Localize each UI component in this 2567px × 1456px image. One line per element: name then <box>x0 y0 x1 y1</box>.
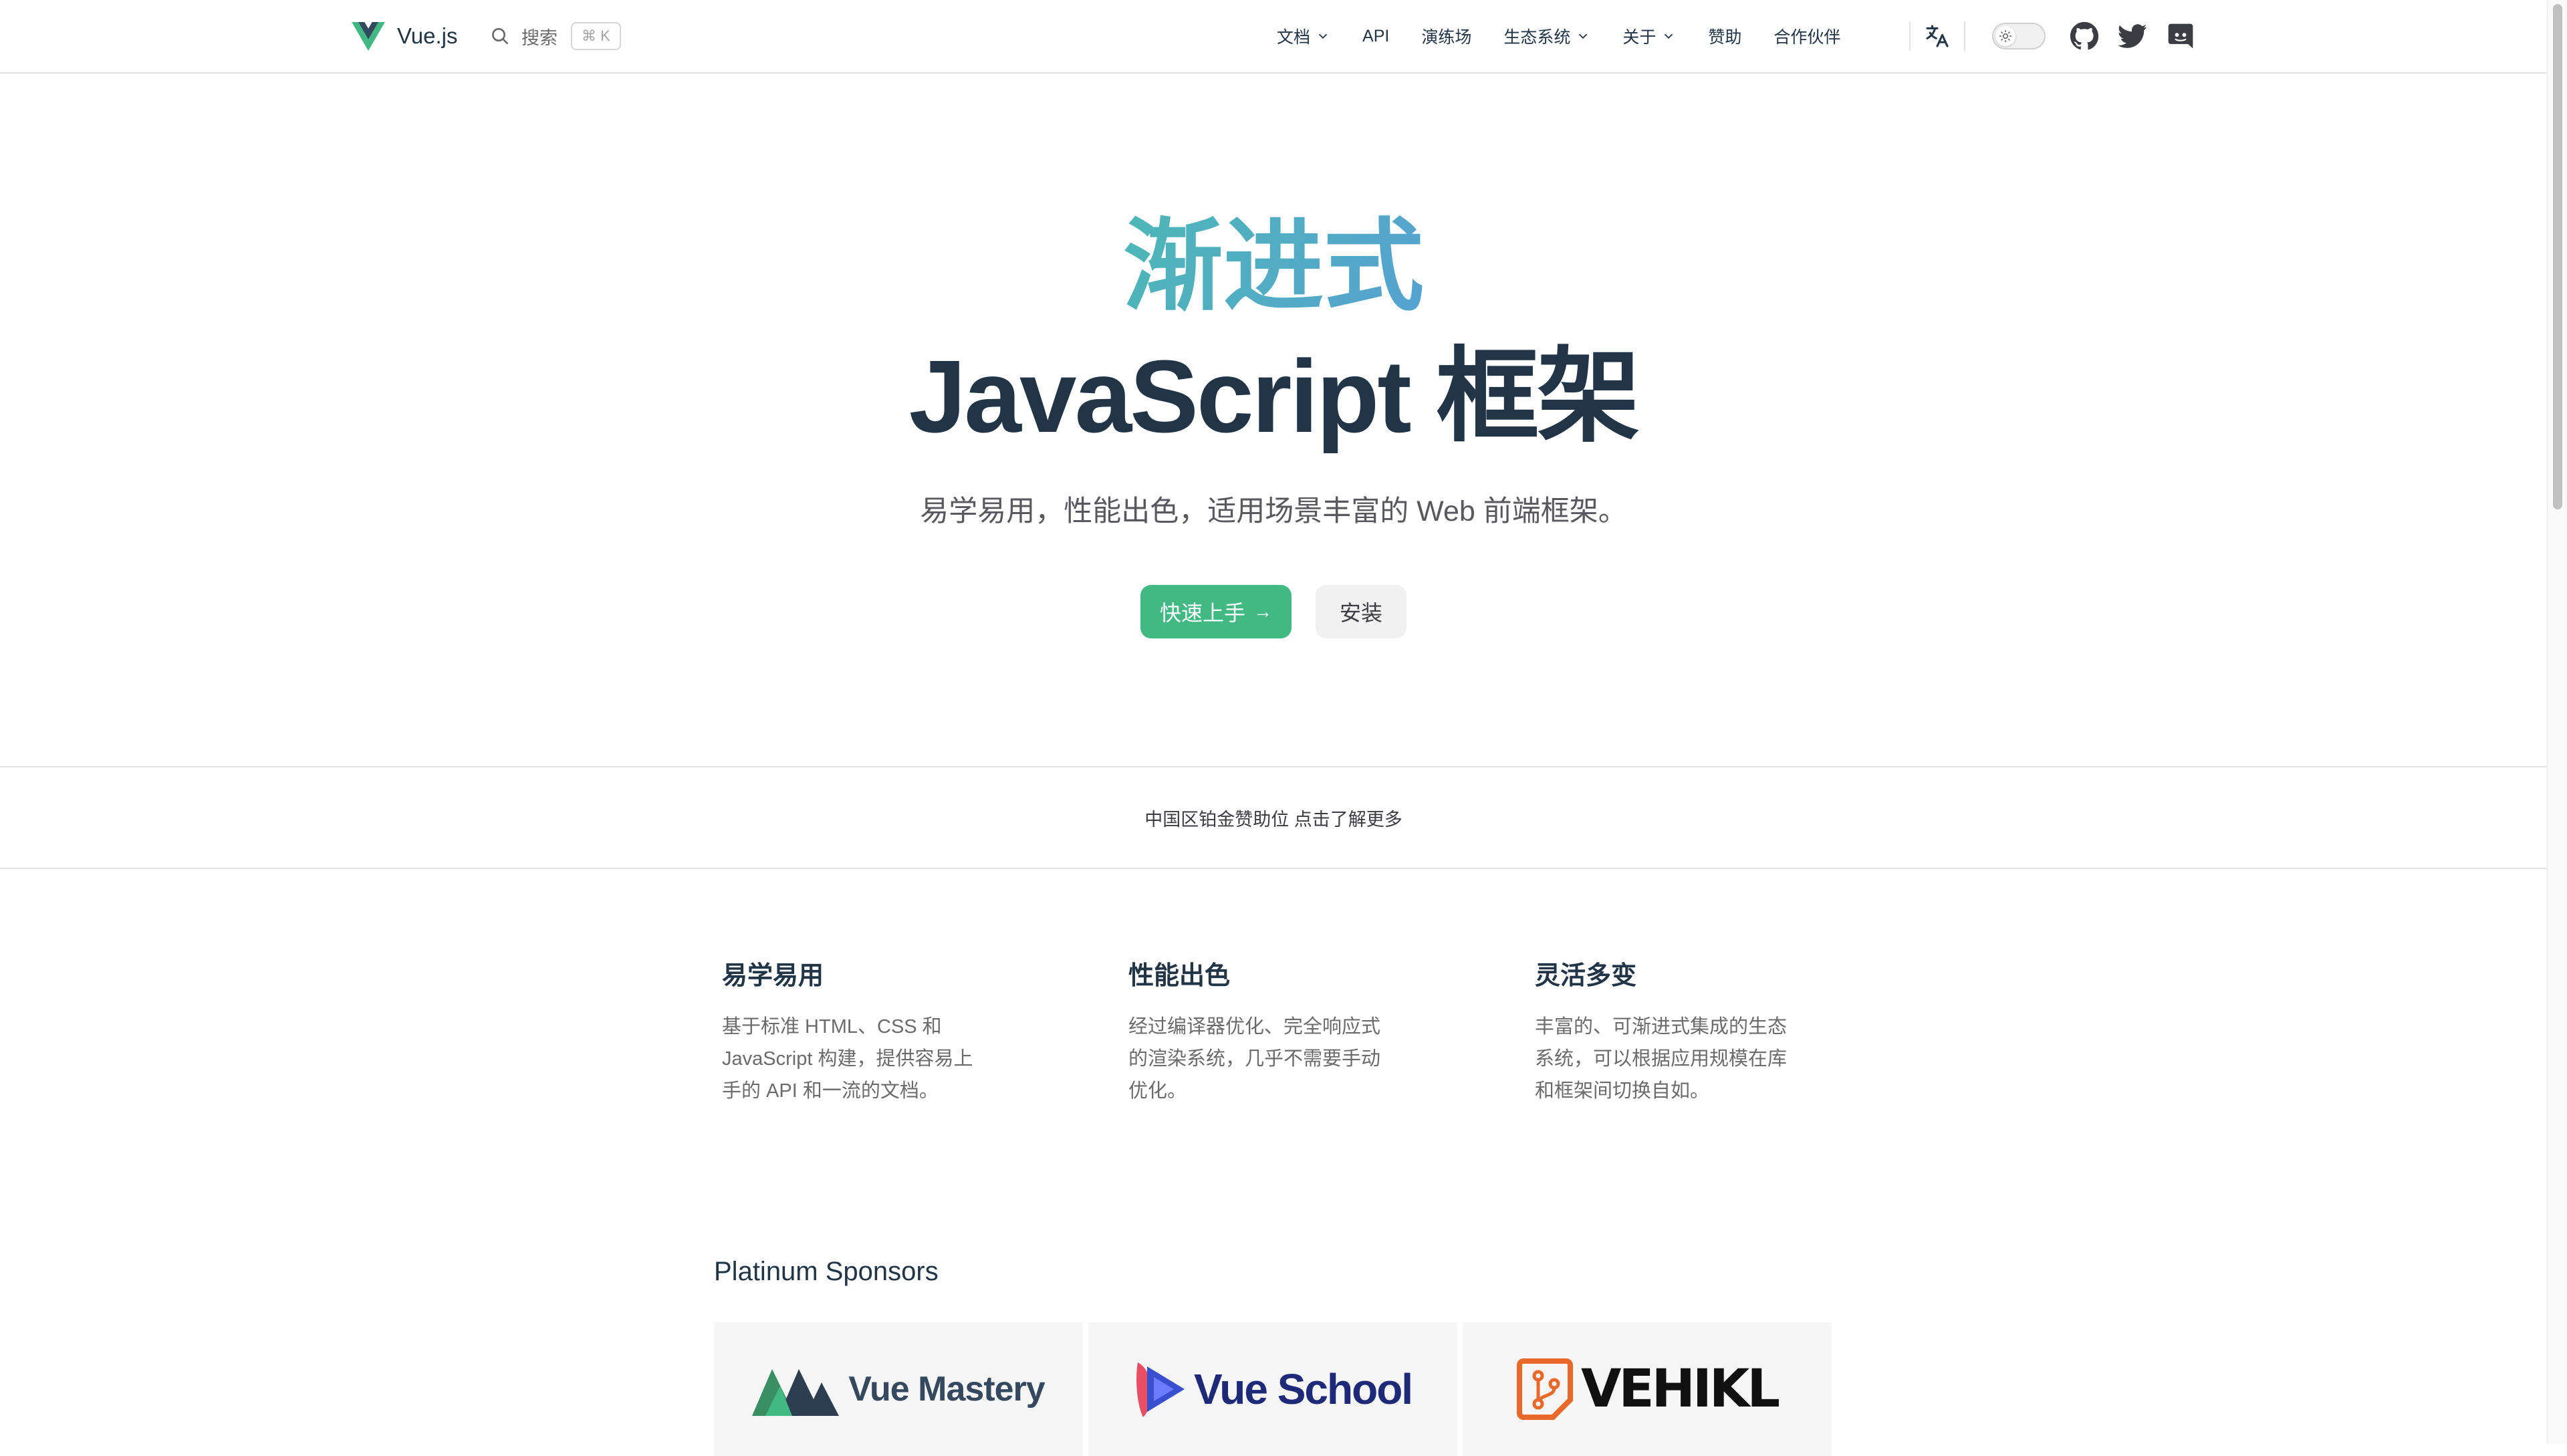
chevron-down-icon <box>1579 33 1588 39</box>
sponsor-card-vehikl[interactable]: VEHIKL <box>1463 1322 1832 1456</box>
china-sponsor-link[interactable]: 中国区铂金赞助位 点击了解更多 <box>1144 805 1402 831</box>
top-nav: Vue.js 搜索 ⌘ K 文档 API 演练场 生态系统 关于 赞助 合作伙伴 <box>0 0 2547 74</box>
china-sponsor-strip: 中国区铂金赞助位 点击了解更多 <box>0 766 2547 869</box>
brand-link[interactable]: Vue.js <box>352 20 458 52</box>
sponsor-name: Vue Mastery <box>848 1370 1045 1409</box>
menu-item-playground[interactable]: 演练场 <box>1421 24 1471 48</box>
discord-icon[interactable] <box>2166 21 2195 51</box>
platinum-sponsors-grid: Vue Mastery Vue School VEHIKL <box>714 1322 1832 1456</box>
menu-item-label: 文档 <box>1277 28 1311 47</box>
brand-name: Vue.js <box>397 23 458 48</box>
get-started-label: 快速上手 <box>1159 601 1245 625</box>
menu-item-partners[interactable]: 合作伙伴 <box>1774 24 1840 48</box>
feature-title: 性能出色 <box>1128 962 1231 990</box>
scrollbar-thumb[interactable] <box>2553 4 2562 509</box>
vue-logo-icon <box>352 21 385 51</box>
menu-item-docs[interactable]: 文档 <box>1277 24 1330 48</box>
feature-title: 易学易用 <box>722 962 824 990</box>
menu-item-label: 合作伙伴 <box>1774 28 1841 47</box>
hero-title: JavaScript 框架 <box>908 339 1640 454</box>
search-button[interactable]: 搜索 ⌘ K <box>489 20 621 52</box>
page: Vue.js 搜索 ⌘ K 文档 API 演练场 生态系统 关于 赞助 合作伙伴… <box>0 0 2547 1456</box>
nav-divider <box>1964 21 1965 51</box>
install-label: 安装 <box>1339 601 1382 625</box>
menu-item-label: 生态系统 <box>1503 28 1571 47</box>
menu-item-label: API <box>1362 26 1390 45</box>
get-started-button[interactable]: 快速上手 → <box>1140 585 1292 638</box>
vue-school-logo: Vue School <box>1134 1357 1413 1421</box>
feature-approachable: 易学易用 基于标准 HTML、CSS 和 JavaScript 构建，提供容易上… <box>722 956 989 1107</box>
features-section: 易学易用 基于标准 HTML、CSS 和 JavaScript 构建，提供容易上… <box>722 956 1845 1107</box>
sponsor-name: VEHIKL <box>1580 1359 1780 1419</box>
install-button[interactable]: 安装 <box>1316 585 1407 638</box>
vue-school-mark-icon <box>1136 1362 1185 1417</box>
theme-toggle-knob <box>1995 26 2015 46</box>
main-menu: 文档 API 演练场 生态系统 关于 赞助 合作伙伴 <box>1277 20 1840 52</box>
vehikl-mark-icon <box>1516 1358 1573 1420</box>
github-icon[interactable] <box>2070 21 2099 51</box>
sun-icon <box>1999 29 2012 43</box>
nav-divider <box>1909 21 1911 51</box>
feature-title: 灵活多变 <box>1535 962 1637 990</box>
menu-item-api[interactable]: API <box>1362 27 1389 46</box>
menu-item-label: 演练场 <box>1421 28 1472 47</box>
chevron-down-icon <box>1665 33 1673 39</box>
search-icon <box>492 28 508 44</box>
hero-subtitle: 易学易用，性能出色，适用场景丰富的 Web 前端框架。 <box>920 495 1627 527</box>
feature-text: 基于标准 HTML、CSS 和 JavaScript 构建，提供容易上手的 AP… <box>722 1016 973 1102</box>
feature-text: 经过编译器优化、完全响应式的渲染系统，几乎不需要手动优化。 <box>1128 1016 1381 1102</box>
feature-versatile: 灵活多变 丰富的、可渐进式集成的生态系统，可以根据应用规模在库和框架间切换自如。 <box>1535 956 1802 1107</box>
translate-icon[interactable] <box>1924 23 1951 49</box>
menu-item-sponsor[interactable]: 赞助 <box>1708 24 1741 48</box>
menu-item-label: 关于 <box>1622 28 1657 47</box>
page-scrollbar[interactable] <box>2547 0 2567 1444</box>
theme-toggle[interactable] <box>1992 23 2046 49</box>
sponsor-card-vue-mastery[interactable]: Vue Mastery <box>714 1322 1083 1456</box>
feature-text: 丰富的、可渐进式集成的生态系统，可以根据应用规模在库和框架间切换自如。 <box>1535 1016 1788 1102</box>
vehikl-logo: VEHIKL <box>1516 1357 1780 1421</box>
chevron-down-icon <box>1318 33 1328 39</box>
arrow-right-icon: → <box>1253 601 1272 622</box>
menu-item-label: 赞助 <box>1708 28 1742 47</box>
search-shortcut: ⌘ K <box>571 22 621 50</box>
twitter-icon[interactable] <box>2118 21 2147 51</box>
feature-performant: 性能出色 经过编译器优化、完全响应式的渲染系统，几乎不需要手动优化。 <box>1128 956 1396 1107</box>
sponsor-card-vue-school[interactable]: Vue School <box>1088 1322 1457 1456</box>
search-label: 搜索 <box>521 27 558 48</box>
sponsor-name: Vue School <box>1193 1365 1413 1413</box>
hero-actions: 快速上手 → 安装 <box>0 585 2547 638</box>
menu-item-ecosystem[interactable]: 生态系统 <box>1503 24 1590 48</box>
menu-item-about[interactable]: 关于 <box>1622 24 1676 48</box>
vue-mastery-logo: Vue Mastery <box>752 1362 1046 1416</box>
hero-accent-title: 渐进式 <box>0 213 2547 320</box>
platinum-sponsors-title: Platinum Sponsors <box>714 1257 939 1286</box>
vue-mastery-mark-icon <box>752 1369 840 1416</box>
